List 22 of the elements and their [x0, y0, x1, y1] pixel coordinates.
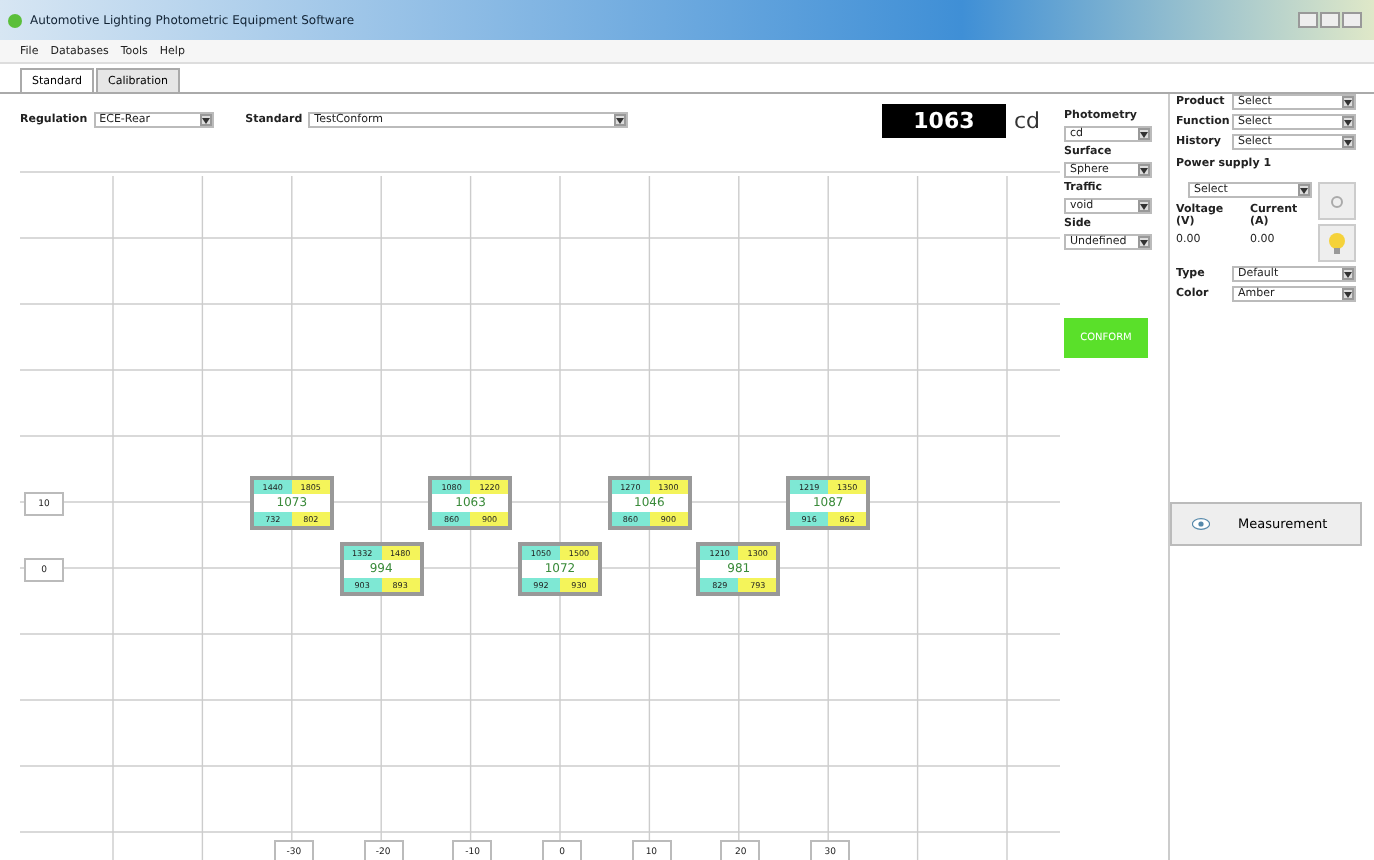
caret-icon: [1342, 96, 1354, 108]
caret-icon: [1342, 268, 1354, 280]
caret-icon: [1138, 164, 1150, 176]
unit-label: cd: [1013, 107, 1040, 133]
caret-icon: [1138, 128, 1150, 140]
app-logo-icon: [8, 13, 22, 27]
caret-icon: [614, 114, 627, 126]
power-button[interactable]: [1318, 182, 1356, 220]
eye-icon: [1192, 518, 1210, 530]
maximize-button[interactable]: [1320, 12, 1340, 28]
reading-display: 1063: [881, 103, 1006, 137]
caret-icon: [1342, 288, 1354, 300]
minimize-button[interactable]: [1298, 12, 1318, 28]
caret-icon: [1298, 184, 1310, 196]
caret-icon: [1138, 236, 1150, 248]
caret-icon: [199, 114, 212, 126]
caret-icon: [1138, 200, 1150, 212]
bulb-icon: [1328, 231, 1346, 255]
close-button[interactable]: [1342, 12, 1362, 28]
caret-icon: [1342, 136, 1354, 148]
caret-icon: [1342, 116, 1354, 128]
lamp-button[interactable]: [1318, 224, 1356, 262]
